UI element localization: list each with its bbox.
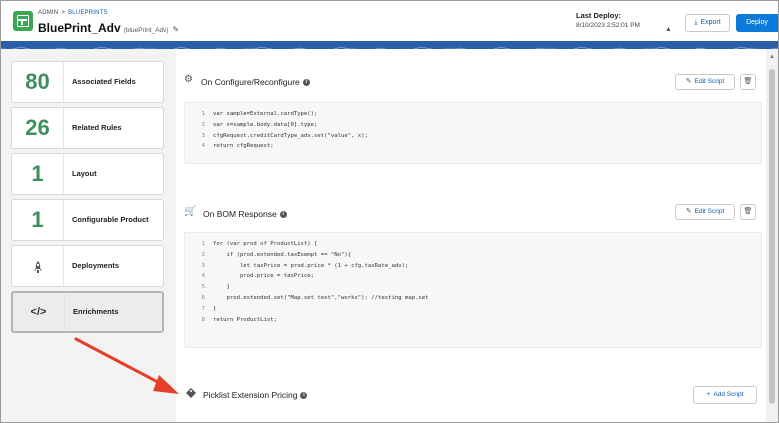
breadcrumb-root[interactable]: ADMIN	[38, 10, 58, 16]
breadcrumb: ADMIN > BLUEPRINTS	[38, 10, 108, 16]
pencil-icon: ✎	[685, 78, 692, 85]
code-line: 1 for (var prod of ProductList) {	[201, 241, 318, 247]
associated-fields-count: 80	[12, 62, 64, 102]
page-header: ADMIN > BLUEPRINTS BluePrint_Adv (bluePrint…	[1, 1, 778, 41]
add-script-label: Add Script	[713, 391, 744, 398]
sidebar-item-enrichments[interactable]: </> Enrichments	[11, 291, 164, 333]
code-line: 4 return cfgRequest;	[201, 143, 274, 150]
last-deploy-date: 8/10/2023 2:52:01 PM	[576, 22, 640, 29]
info-icon[interactable]: i	[279, 211, 287, 219]
enrichments-label: Enrichments	[73, 307, 119, 316]
code-line: 8 return ProductList;	[201, 316, 277, 323]
code-line-text: prod.extended.set("Map.set test","works"…	[213, 294, 429, 301]
code-line-text: if (prod.extended.taxExempt == "No"){	[213, 251, 352, 258]
cart-icon: 🛒	[184, 206, 197, 217]
related-rules-label: Related Rules	[72, 123, 122, 132]
section-title-configure-text: On Configure/Reconfigure	[201, 77, 300, 87]
code-line: 1 var sample=External.cardType();	[201, 111, 318, 117]
delete-button-bom[interactable]: 🗑	[740, 204, 756, 220]
edit-script-button-bom[interactable]: ✎ Edit Script	[675, 204, 735, 220]
code-line: 5 }	[201, 284, 230, 291]
main-content: ⚙ On Configure/Reconfigure i ✎ Edit Script…	[176, 49, 766, 422]
code-icon: </>	[13, 293, 65, 331]
edit-script-button-configure[interactable]: ✎ Edit Script	[675, 74, 735, 90]
trash-icon: 🗑	[743, 78, 753, 85]
code-line-text: var sample=External.cardType();	[213, 111, 318, 117]
code-line-text: cfgRequest.creditCardType_adv.set("value…	[213, 132, 368, 139]
plus-icon: +	[706, 391, 711, 398]
section-title-picklist: Picklist Extension Pricing i	[203, 390, 308, 400]
code-line: 2 if (prod.extended.taxExempt == "No"){	[201, 251, 352, 258]
gear-icon: ⚙	[184, 74, 193, 85]
sidebar-item-layout[interactable]: 1 Layout	[11, 153, 164, 195]
code-line: 6 prod.extended.set("Map.set test","work…	[201, 294, 429, 301]
blueprint-app-icon	[13, 11, 33, 31]
pencil-icon: ✎	[685, 208, 692, 215]
export-button[interactable]: ⤓ Export	[685, 14, 730, 32]
title-row: BluePrint_Adv (bluePrint_Adv) ✎	[38, 19, 179, 37]
code-line-text: prod.price = taxPrice;	[213, 273, 315, 280]
trash-icon: 🗑	[743, 208, 753, 215]
breadcrumb-current[interactable]: BLUEPRINTS	[68, 10, 108, 16]
sidebar-item-related-rules[interactable]: 26 Related Rules	[11, 107, 164, 149]
header-decoration-band	[1, 41, 778, 49]
code-line-text: return ProductList;	[213, 316, 277, 323]
rocket-icon	[12, 246, 64, 286]
code-line: 7}	[201, 305, 217, 312]
info-icon[interactable]: i	[300, 392, 308, 400]
scrollbar-thumb[interactable]	[769, 69, 775, 404]
tag-icon	[186, 388, 196, 401]
page-subtitle: (bluePrint_Adv)	[123, 27, 169, 34]
code-line-text: return cfgRequest;	[213, 143, 274, 150]
export-label: Export	[700, 19, 721, 26]
code-block-configure[interactable]: 1 var sample=External.cardType(); 2 var x=…	[184, 102, 762, 164]
developer-icon[interactable]: ▲	[665, 26, 672, 33]
sidebar-item-configurable-product[interactable]: 1 Configurable Product	[11, 199, 164, 241]
scrollbar[interactable]: ▲	[766, 49, 778, 422]
edit-script-label: Edit Script	[694, 78, 725, 85]
scroll-up-icon[interactable]: ▲	[769, 54, 775, 60]
app-frame: ADMIN > BLUEPRINTS BluePrint_Adv (bluePrint…	[0, 0, 779, 423]
code-line: 3 cfgRequest.creditCardType_adv.set("valu…	[201, 132, 368, 139]
annotation-arrow-icon	[74, 337, 179, 394]
pencil-icon[interactable]: ✎	[173, 25, 180, 34]
download-icon: ⤓	[694, 19, 698, 26]
page-title: BluePrint_Adv	[38, 21, 121, 35]
code-line: 2 var x=sample.body.data[0].type;	[201, 121, 318, 128]
deployments-label: Deployments	[72, 261, 120, 270]
configurable-product-count: 1	[12, 200, 64, 240]
related-rules-count: 26	[12, 108, 64, 148]
code-line: 4 prod.price = taxPrice;	[201, 273, 315, 280]
deploy-button[interactable]: Deploy	[736, 14, 778, 32]
code-line-text: }	[213, 284, 230, 291]
layout-label: Layout	[72, 169, 97, 178]
sidebar-item-associated-fields[interactable]: 80 Associated Fields	[11, 61, 164, 103]
sidebar-item-deployments[interactable]: Deployments	[11, 245, 164, 287]
breadcrumb-separator: >	[61, 10, 66, 16]
code-line-text: var x=sample.body.data[0].type;	[213, 121, 318, 128]
section-title-configure: On Configure/Reconfigure i	[201, 77, 310, 87]
section-title-bom-text: On BOM Response	[203, 209, 277, 219]
add-script-button[interactable]: + Add Script	[693, 386, 757, 404]
code-block-bom[interactable]: 1 for (var prod of ProductList) { 2 if (p…	[184, 232, 762, 348]
code-line: 3 let taxPrice = prod.price * (1 + cfg.t…	[201, 262, 409, 269]
edit-script-label: Edit Script	[694, 208, 725, 215]
code-line-text: let taxPrice = prod.price * (1 + cfg.tax…	[213, 262, 409, 269]
code-line-text: }	[213, 305, 217, 312]
delete-button-configure[interactable]: 🗑	[740, 74, 756, 90]
section-title-picklist-text: Picklist Extension Pricing	[203, 390, 298, 400]
info-icon[interactable]: i	[302, 79, 310, 87]
section-title-bom: On BOM Response i	[203, 209, 287, 219]
configurable-product-label: Configurable Product	[72, 215, 149, 224]
last-deploy-label: Last Deploy:	[576, 11, 622, 20]
layout-count: 1	[12, 154, 64, 194]
associated-fields-label: Associated Fields	[72, 77, 136, 86]
code-line-text: for (var prod of ProductList) {	[213, 241, 318, 247]
